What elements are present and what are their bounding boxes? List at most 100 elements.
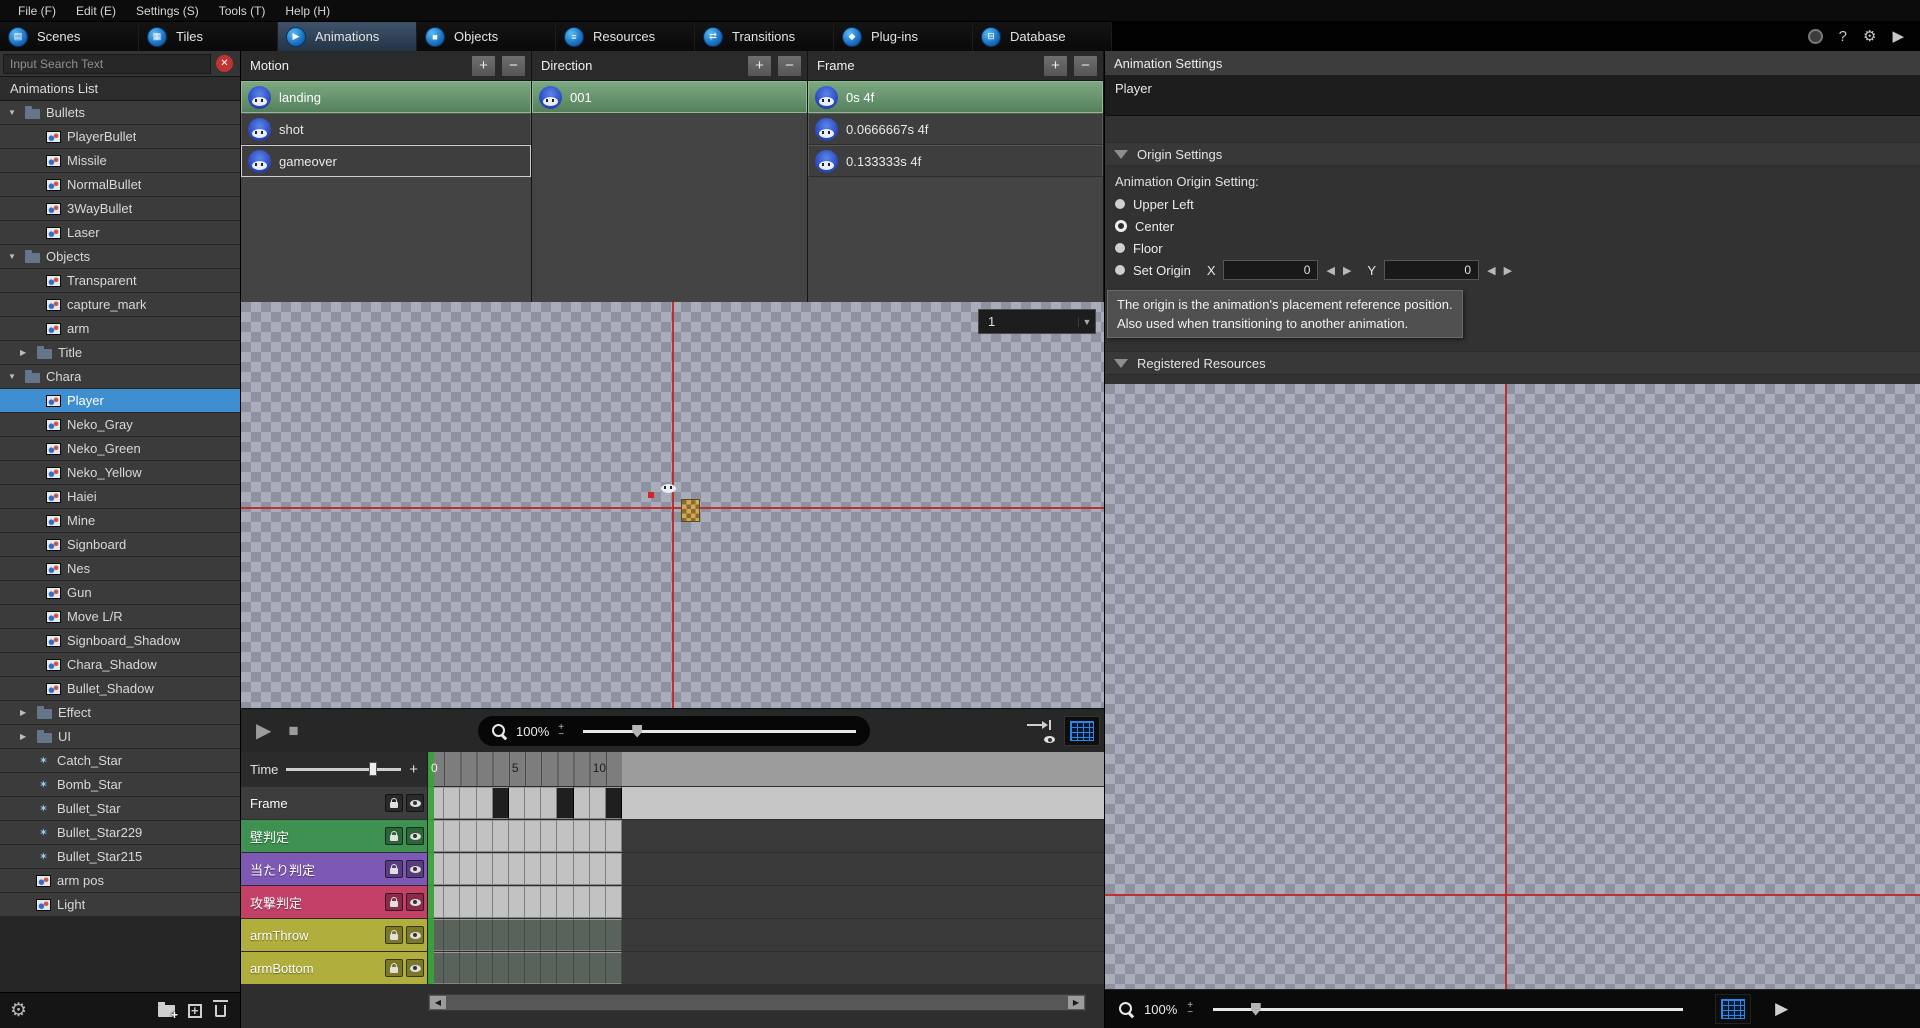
timeline-row-label[interactable]: 攻撃判定	[241, 886, 428, 918]
timeline-cell[interactable]	[525, 919, 541, 951]
lock-button[interactable]	[385, 860, 403, 878]
chevron-down-icon[interactable]: ▼	[8, 252, 19, 261]
tree-item-bullet-star[interactable]: ✶Bullet_Star	[0, 797, 240, 821]
increment-y-icon[interactable]: ▶	[1504, 264, 1512, 277]
timeline-cells[interactable]	[428, 853, 622, 885]
resources-zoom-stepper[interactable]: +−	[1187, 1002, 1193, 1016]
timeline-cell[interactable]	[557, 853, 573, 885]
tree-item-bullet-star229[interactable]: ✶Bullet_Star229	[0, 821, 240, 845]
decrement-y-icon[interactable]: ◀	[1487, 264, 1495, 277]
resources-play-button[interactable]: ▶	[1775, 999, 1788, 1019]
timeline-cell[interactable]	[574, 919, 590, 951]
timeline-row-label[interactable]: armBottom	[241, 952, 428, 984]
timeline-cell[interactable]	[525, 787, 541, 819]
timeline-cell[interactable]	[525, 820, 541, 852]
motion-item-shot[interactable]: shot	[241, 113, 531, 145]
origin-option-center[interactable]: Center	[1105, 215, 1920, 237]
tab-animations[interactable]: ▶Animations	[278, 22, 417, 51]
zoom-slider[interactable]	[583, 730, 856, 733]
timeline-cell[interactable]	[590, 919, 606, 951]
timeline-cell[interactable]	[525, 886, 541, 918]
timeline-cell[interactable]	[444, 853, 460, 885]
add-frame-button[interactable]: +	[1043, 55, 1068, 77]
timeline-scrollbar[interactable]: ◀ ▶	[428, 994, 1086, 1011]
tree-folder-effect[interactable]: ▶Effect	[0, 701, 240, 725]
origin-option-set-origin[interactable]: Set OriginX◀▶Y◀▶	[1105, 259, 1920, 281]
timeline-cell[interactable]	[477, 886, 493, 918]
tree-item-3waybullet[interactable]: 3WayBullet	[0, 197, 240, 221]
tree-item-playerbullet[interactable]: PlayerBullet	[0, 125, 240, 149]
chevron-right-icon[interactable]: ▶	[20, 732, 31, 741]
timeline-cell[interactable]	[460, 820, 476, 852]
lock-button[interactable]	[385, 959, 403, 977]
timeline-cell[interactable]	[606, 919, 622, 951]
add-direction-button[interactable]: +	[747, 55, 772, 77]
animation-canvas[interactable]: 1 ▼	[241, 302, 1104, 708]
play-button[interactable]: ▶	[256, 718, 271, 743]
timeline-cells[interactable]	[428, 952, 622, 984]
menu-item-help-h[interactable]: Help (H)	[275, 0, 340, 22]
timeline-cell[interactable]	[557, 886, 573, 918]
tree-item-transparent[interactable]: Transparent	[0, 269, 240, 293]
zoom-stepper[interactable]: +−	[558, 724, 564, 738]
search-input[interactable]	[3, 54, 211, 74]
timeline-cell[interactable]	[460, 886, 476, 918]
timeline-ruler[interactable]: 0510	[428, 752, 1104, 786]
timeline-cell[interactable]	[460, 919, 476, 951]
timeline-row-label[interactable]: 壁判定	[241, 820, 428, 852]
timeline-cells[interactable]	[428, 820, 622, 852]
chevron-down-icon[interactable]: ▼	[8, 108, 19, 117]
timeline-cell[interactable]	[557, 787, 573, 819]
tree-item-chara-shadow[interactable]: Chara_Shadow	[0, 653, 240, 677]
timeline-cell[interactable]	[574, 886, 590, 918]
timeline-cell[interactable]	[444, 787, 460, 819]
scroll-right-button[interactable]: ▶	[1068, 996, 1084, 1009]
timeline-cell[interactable]	[493, 952, 509, 984]
timeline-cell[interactable]	[493, 787, 509, 819]
visibility-button[interactable]	[406, 860, 424, 878]
timeline-cell[interactable]	[606, 886, 622, 918]
timeline-cell[interactable]	[574, 787, 590, 819]
tab-transitions[interactable]: ⇄Transitions	[695, 22, 834, 51]
tree-folder-title[interactable]: ▶Title	[0, 341, 240, 365]
tab-objects[interactable]: ■Objects	[417, 22, 556, 51]
tree-item-bomb-star[interactable]: ✶Bomb_Star	[0, 773, 240, 797]
playhead[interactable]	[428, 752, 434, 984]
tree-item-gun[interactable]: Gun	[0, 581, 240, 605]
timeline-cell[interactable]	[509, 853, 525, 885]
visibility-button[interactable]	[406, 926, 424, 944]
lock-button[interactable]	[385, 794, 403, 812]
frame-item-0-133333s-4f[interactable]: 0.133333s 4f	[808, 145, 1103, 177]
timeline-cell[interactable]	[590, 820, 606, 852]
menu-item-settings-s[interactable]: Settings (S)	[126, 0, 209, 22]
menu-item-edit-e[interactable]: Edit (E)	[66, 0, 126, 22]
timeline-cell[interactable]	[493, 886, 509, 918]
onion-skin-button[interactable]	[1025, 719, 1057, 743]
remove-direction-button[interactable]: −	[777, 55, 802, 77]
chevron-right-icon[interactable]: ▶	[20, 348, 31, 357]
origin-y-input[interactable]	[1384, 260, 1479, 280]
motion-item-landing[interactable]: landing	[241, 81, 531, 113]
timeline-cell[interactable]	[477, 952, 493, 984]
tree-item-move-l-r[interactable]: Move L/R	[0, 605, 240, 629]
scroll-left-button[interactable]: ◀	[430, 996, 446, 1009]
resources-zoom-handle[interactable]	[1251, 1003, 1261, 1016]
new-folder-button[interactable]	[158, 1005, 175, 1017]
tree-folder-objects[interactable]: ▼Objects	[0, 245, 240, 269]
tree-item-signboard-shadow[interactable]: Signboard_Shadow	[0, 629, 240, 653]
remove-motion-button[interactable]: −	[501, 55, 526, 77]
timeline-cell[interactable]	[477, 919, 493, 951]
tree-item-light[interactable]: Light	[0, 893, 240, 917]
tree-folder-ui[interactable]: ▶UI	[0, 725, 240, 749]
time-zoom-in-button[interactable]: +	[409, 761, 418, 778]
add-animation-button[interactable]	[188, 1004, 202, 1018]
timeline-cells[interactable]	[428, 919, 622, 951]
timeline-cell[interactable]	[541, 919, 557, 951]
tree-item-catch-star[interactable]: ✶Catch_Star	[0, 749, 240, 773]
remove-frame-button[interactable]: −	[1073, 55, 1098, 77]
menu-item-file-f[interactable]: File (F)	[8, 0, 66, 22]
timeline-cell[interactable]	[541, 952, 557, 984]
timeline-row-label[interactable]: armThrow	[241, 919, 428, 951]
decrement-x-icon[interactable]: ◀	[1326, 264, 1334, 277]
timeline-cell[interactable]	[477, 820, 493, 852]
